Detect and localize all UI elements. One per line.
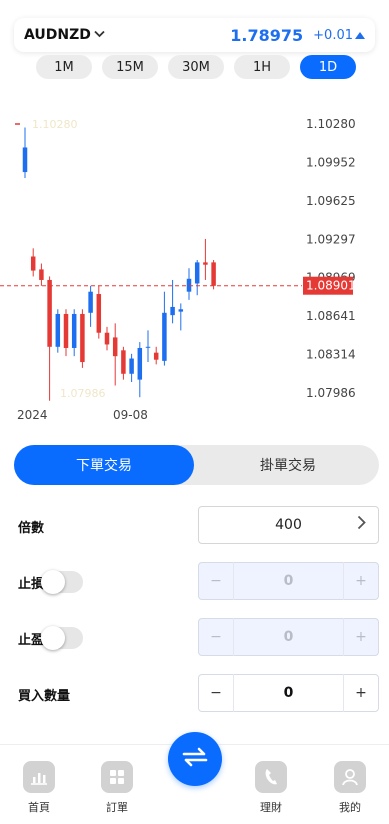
buy-quantity-row: 買入數量 − 0 + <box>0 674 389 712</box>
chart-icon <box>23 761 55 793</box>
swap-arrows-icon <box>182 747 208 771</box>
up-arrow-icon <box>355 31 365 39</box>
candle-body <box>194 262 200 284</box>
y-tick-label: 1.10280 <box>306 117 356 131</box>
nav-home[interactable]: 首頁 <box>9 761 69 815</box>
increment-button[interactable]: + <box>344 573 378 589</box>
trade-swap-button[interactable] <box>168 732 222 786</box>
candle-body <box>137 347 143 380</box>
toggle-knob <box>41 570 65 594</box>
chevron-right-icon <box>357 514 366 535</box>
candle-body <box>178 309 184 312</box>
candle-body <box>39 269 44 280</box>
high-marker: 1.10280 <box>32 118 78 131</box>
candle-body <box>211 262 216 286</box>
nav-finance-label: 理財 <box>260 801 282 814</box>
timeframe-1d[interactable]: 1D <box>300 55 356 79</box>
decrement-button[interactable]: − <box>199 573 233 589</box>
price-change-value: +0.01 <box>313 27 353 43</box>
candle-body <box>71 313 77 348</box>
timeframe-30m[interactable]: 30M <box>168 55 224 79</box>
leverage-value: 400 <box>275 517 302 533</box>
candle-body <box>129 358 134 374</box>
nav-orders-label: 訂單 <box>106 801 128 814</box>
candlestick-chart[interactable]: 1.102801.099521.096251.092971.089691.086… <box>0 95 389 430</box>
leverage-label: 倍數 <box>18 521 45 536</box>
nav-orders[interactable]: 訂單 <box>87 761 147 815</box>
leverage-selector[interactable]: 400 <box>198 506 379 544</box>
leverage-row: 倍數 400 <box>0 506 389 544</box>
y-tick-label: 1.07986 <box>306 386 356 400</box>
grid-icon <box>101 761 133 793</box>
candle-body <box>22 147 28 173</box>
buy-quantity-label: 買入數量 <box>18 689 71 704</box>
take-profit-stepper[interactable]: − 0 + <box>198 618 379 656</box>
buy-quantity-stepper[interactable]: − 0 + <box>198 674 379 712</box>
current-price-tag: 1.08901 <box>306 279 356 293</box>
take-profit-value[interactable]: 0 <box>234 629 343 645</box>
phone-icon <box>255 761 287 793</box>
stop-loss-value[interactable]: 0 <box>234 573 343 589</box>
candle-body <box>80 313 85 363</box>
y-tick-label: 1.08314 <box>306 348 356 362</box>
candle-body <box>162 312 167 361</box>
ticker-bar: AUDNZD 1.78975 +0.01 <box>14 18 375 52</box>
stop-loss-row: 止損 − 0 + <box>0 562 389 600</box>
x-tick-label: 2024 <box>17 408 48 422</box>
decrement-button[interactable]: − <box>199 685 233 701</box>
symbol-selector[interactable]: AUDNZD <box>24 27 105 43</box>
take-profit-toggle[interactable] <box>41 626 83 650</box>
nav-home-label: 首頁 <box>28 801 50 814</box>
decrement-button[interactable]: − <box>199 629 233 645</box>
timeframe-selector: 1M 15M 30M 1H 1D <box>36 55 356 79</box>
candle-body <box>88 291 93 313</box>
y-tick-label: 1.09625 <box>306 194 356 208</box>
y-tick-label: 1.09952 <box>306 155 356 169</box>
bottom-nav: 首頁 訂單 理財 我的 <box>0 732 389 824</box>
candle-body <box>112 337 118 357</box>
candle-body <box>47 279 52 347</box>
timeframe-1m[interactable]: 1M <box>36 55 92 79</box>
user-icon <box>334 761 366 793</box>
y-tick-label: 1.08641 <box>306 309 356 323</box>
nav-profile[interactable]: 我的 <box>320 761 380 815</box>
chevron-down-icon <box>94 30 105 41</box>
x-tick-label: 09-08 <box>113 408 148 422</box>
price-change: +0.01 <box>313 28 365 43</box>
nav-profile-label: 我的 <box>339 801 361 814</box>
tab-market-order[interactable]: 下單交易 <box>14 445 194 485</box>
current-price: 1.78975 <box>230 25 304 45</box>
buy-quantity-value[interactable]: 0 <box>234 685 343 701</box>
stop-loss-stepper[interactable]: − 0 + <box>198 562 379 600</box>
candle-body <box>30 256 36 271</box>
candle-body <box>96 294 102 333</box>
take-profit-row: 止盈 − 0 + <box>0 618 389 656</box>
candle-body <box>63 313 69 348</box>
candle-body <box>203 262 208 265</box>
increment-button[interactable]: + <box>344 629 378 645</box>
candle-body <box>153 352 159 360</box>
stop-loss-toggle[interactable] <box>41 570 83 594</box>
increment-button[interactable]: + <box>344 685 378 701</box>
candle-body <box>145 346 151 348</box>
tab-pending-order[interactable]: 掛單交易 <box>197 445 379 485</box>
candle-body <box>170 306 175 316</box>
candle-body <box>121 350 126 374</box>
timeframe-1h[interactable]: 1H <box>234 55 290 79</box>
y-tick-label: 1.09297 <box>306 232 356 246</box>
toggle-knob <box>41 626 65 650</box>
nav-finance[interactable]: 理財 <box>241 761 301 815</box>
timeframe-15m[interactable]: 15M <box>102 55 158 79</box>
symbol-label: AUDNZD <box>24 27 91 43</box>
candle-body <box>104 332 110 345</box>
low-marker: 1.07986 <box>60 387 106 400</box>
candle-body <box>55 313 61 347</box>
order-type-tabs: 下單交易 掛單交易 <box>14 445 379 485</box>
